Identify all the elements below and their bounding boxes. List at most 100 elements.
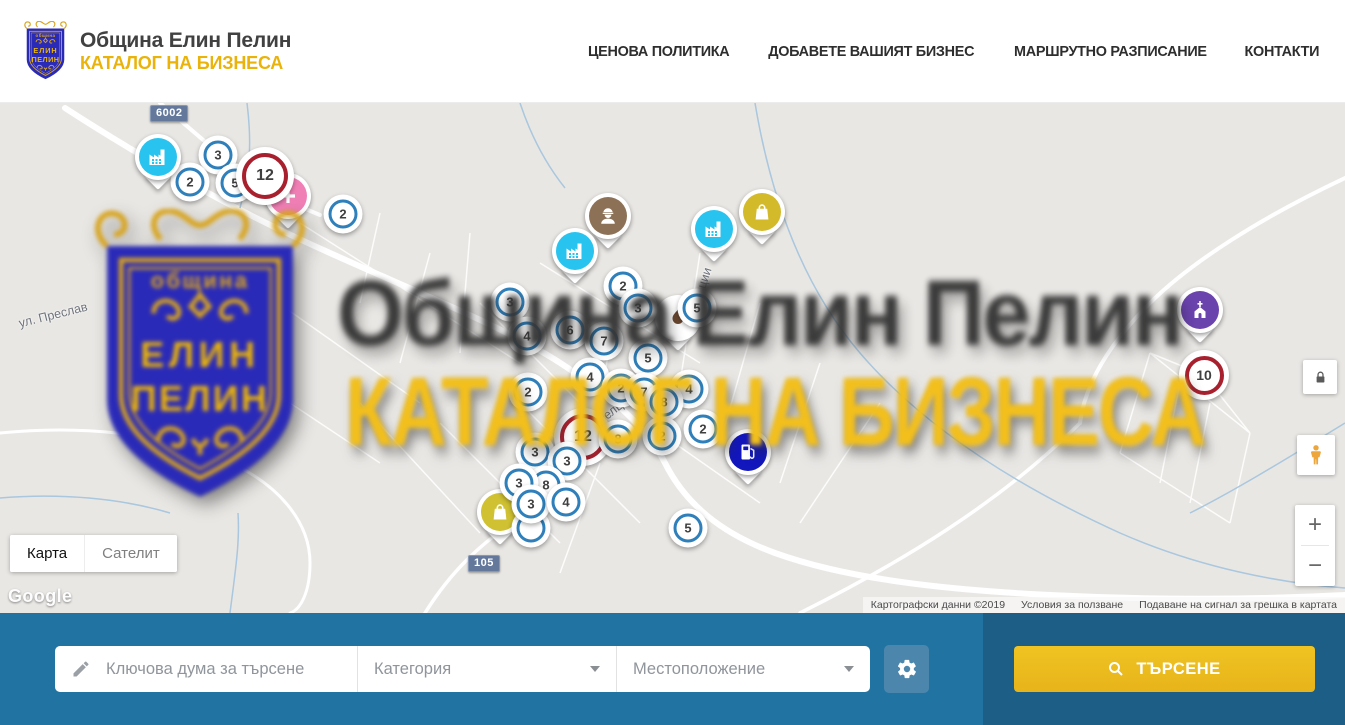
pin-disc [729, 433, 767, 471]
pin-head [1177, 287, 1223, 333]
zoom-in-button[interactable]: + [1295, 505, 1335, 545]
keyword-search-input[interactable] [104, 659, 357, 680]
pegman-icon [1304, 443, 1328, 467]
cluster-marker[interactable]: 2 [509, 373, 548, 412]
svg-text:ЕЛИН: ЕЛИН [33, 45, 57, 54]
cluster-marker[interactable]: 3 [491, 283, 530, 322]
church-icon [1188, 298, 1212, 322]
map-markers-layer: 3251222353467542274822128338334510 [0, 103, 1345, 613]
cluster-count: 3 [517, 490, 546, 519]
map-type-satellite-button[interactable]: Сателит [84, 535, 177, 572]
map-viewport[interactable]: 6002 105 ул. Преслав бул. „Новоселци“ ци… [0, 103, 1345, 613]
pin-head [725, 429, 771, 475]
cluster-count: 8 [650, 388, 679, 417]
search-bar-left: Категория Местоположение [0, 613, 983, 725]
zoom-control: + − [1295, 505, 1335, 586]
cluster-marker[interactable]: 7 [585, 322, 624, 361]
location-select-label: Местоположение [633, 660, 765, 679]
cluster-count: 6 [556, 316, 585, 345]
category-select[interactable]: Категория [357, 646, 616, 692]
cluster-marker[interactable]: 5 [669, 509, 708, 548]
zoom-out-button[interactable]: − [1295, 546, 1335, 586]
pin-marker-church[interactable] [1177, 287, 1223, 351]
cluster-count: 5 [674, 514, 703, 543]
logo-text: Община Елин Пелин КАТАЛОГ НА БИЗНЕСА [80, 29, 291, 74]
map-attribution: Картографски данни ©2019 Условия за полз… [863, 597, 1345, 613]
site-logo[interactable]: община ЕЛИН ПЕЛИН Община Елин Пелин КАТА… [22, 21, 291, 82]
terms-of-use-link[interactable]: Условия за ползване [1021, 599, 1123, 611]
advanced-settings-button[interactable] [884, 645, 929, 693]
nav-pricing-policy[interactable]: ЦЕНОВА ПОЛИТИКА [588, 43, 729, 60]
report-map-error-link[interactable]: Подаване на сигнал за грешка в картата [1139, 599, 1337, 611]
map-type-map-button[interactable]: Карта [10, 535, 84, 572]
cluster-count: 3 [521, 438, 550, 467]
fullscreen-lock-button[interactable] [1303, 360, 1337, 394]
pin-marker-factory[interactable] [135, 134, 181, 198]
bag-icon [488, 500, 512, 524]
cluster-count: 3 [624, 294, 653, 323]
cluster-marker[interactable]: 5 [629, 339, 668, 378]
pin-disc [1181, 291, 1219, 329]
cluster-marker[interactable]: 3 [619, 289, 658, 328]
cluster-marker[interactable]: 12 [236, 147, 294, 205]
pin-disc [556, 232, 594, 270]
pin-marker-bag[interactable] [739, 189, 785, 253]
search-bar: Категория Местоположение ТЪРСЕНЕ [0, 613, 1345, 725]
cluster-count: 3 [496, 288, 525, 317]
cluster-marker[interactable]: 2 [684, 410, 723, 449]
lock-icon [1312, 369, 1329, 386]
pin-marker-factory[interactable] [552, 228, 598, 292]
nav-add-your-business[interactable]: ДОБАВЕТЕ ВАШИЯТ БИЗНЕС [768, 43, 974, 60]
cluster-marker[interactable]: 10 [1179, 350, 1229, 400]
search-icon [1107, 660, 1125, 678]
svg-text:община: община [36, 31, 56, 37]
svg-text:ПЕЛИН: ПЕЛИН [32, 54, 60, 63]
cluster-marker[interactable]: 2 [643, 417, 682, 456]
cluster-count: 12 [242, 153, 288, 199]
pin-head [552, 228, 598, 274]
gear-icon [896, 658, 918, 680]
cluster-count: 4 [552, 488, 581, 517]
pin-disc [743, 193, 781, 231]
bag-icon [750, 200, 774, 224]
factory-icon [702, 217, 726, 241]
site-title: Община Елин Пелин [80, 29, 291, 53]
cluster-count: 5 [634, 344, 663, 373]
factory-icon [563, 239, 587, 263]
google-logo[interactable]: Google [8, 586, 72, 607]
search-button[interactable]: ТЪРСЕНЕ [1014, 646, 1315, 692]
fuel-icon [736, 440, 760, 464]
cluster-marker[interactable]: 3 [512, 485, 551, 524]
location-select[interactable]: Местоположение [616, 646, 870, 692]
cluster-marker[interactable]: 4 [547, 483, 586, 522]
cluster-count: 2 [329, 200, 358, 229]
map-type-control: Карта Сателит [10, 535, 177, 572]
street-view-pegman-button[interactable] [1297, 435, 1335, 475]
municipality-crest-icon: община ЕЛИН ПЕЛИН [22, 21, 69, 82]
pin-head [691, 206, 737, 252]
nav-route-schedule[interactable]: МАРШРУТНО РАЗПИСАНИЕ [1014, 43, 1207, 60]
factory-icon [146, 145, 170, 169]
category-select-label: Категория [374, 660, 451, 679]
site-subtitle: КАТАЛОГ НА БИЗНЕСА [80, 53, 291, 74]
keyword-field-wrapper [55, 646, 357, 692]
cluster-count: 5 [683, 294, 712, 323]
cluster-marker[interactable]: 6 [551, 311, 590, 350]
cluster-marker[interactable]: 4 [508, 317, 547, 356]
cluster-count: 4 [576, 363, 605, 392]
pin-disc [139, 138, 177, 176]
cluster-count: 2 [648, 422, 677, 451]
cluster-marker[interactable]: 2 [324, 195, 363, 234]
search-input-group: Категория Местоположение [55, 646, 870, 692]
map-data-copyright: Картографски данни ©2019 [871, 599, 1005, 611]
cluster-count: 8 [604, 425, 633, 454]
cluster-count: 2 [689, 415, 718, 444]
search-button-label: ТЪРСЕНЕ [1136, 660, 1220, 679]
cluster-marker[interactable]: 5 [678, 289, 717, 328]
pin-disc [695, 210, 733, 248]
pin-marker-fuel[interactable] [725, 429, 771, 493]
cluster-count: 10 [1185, 356, 1224, 395]
pin-marker-factory[interactable] [691, 206, 737, 270]
nav-contacts[interactable]: КОНТАКТИ [1245, 43, 1320, 60]
cluster-marker[interactable]: 8 [599, 420, 638, 459]
